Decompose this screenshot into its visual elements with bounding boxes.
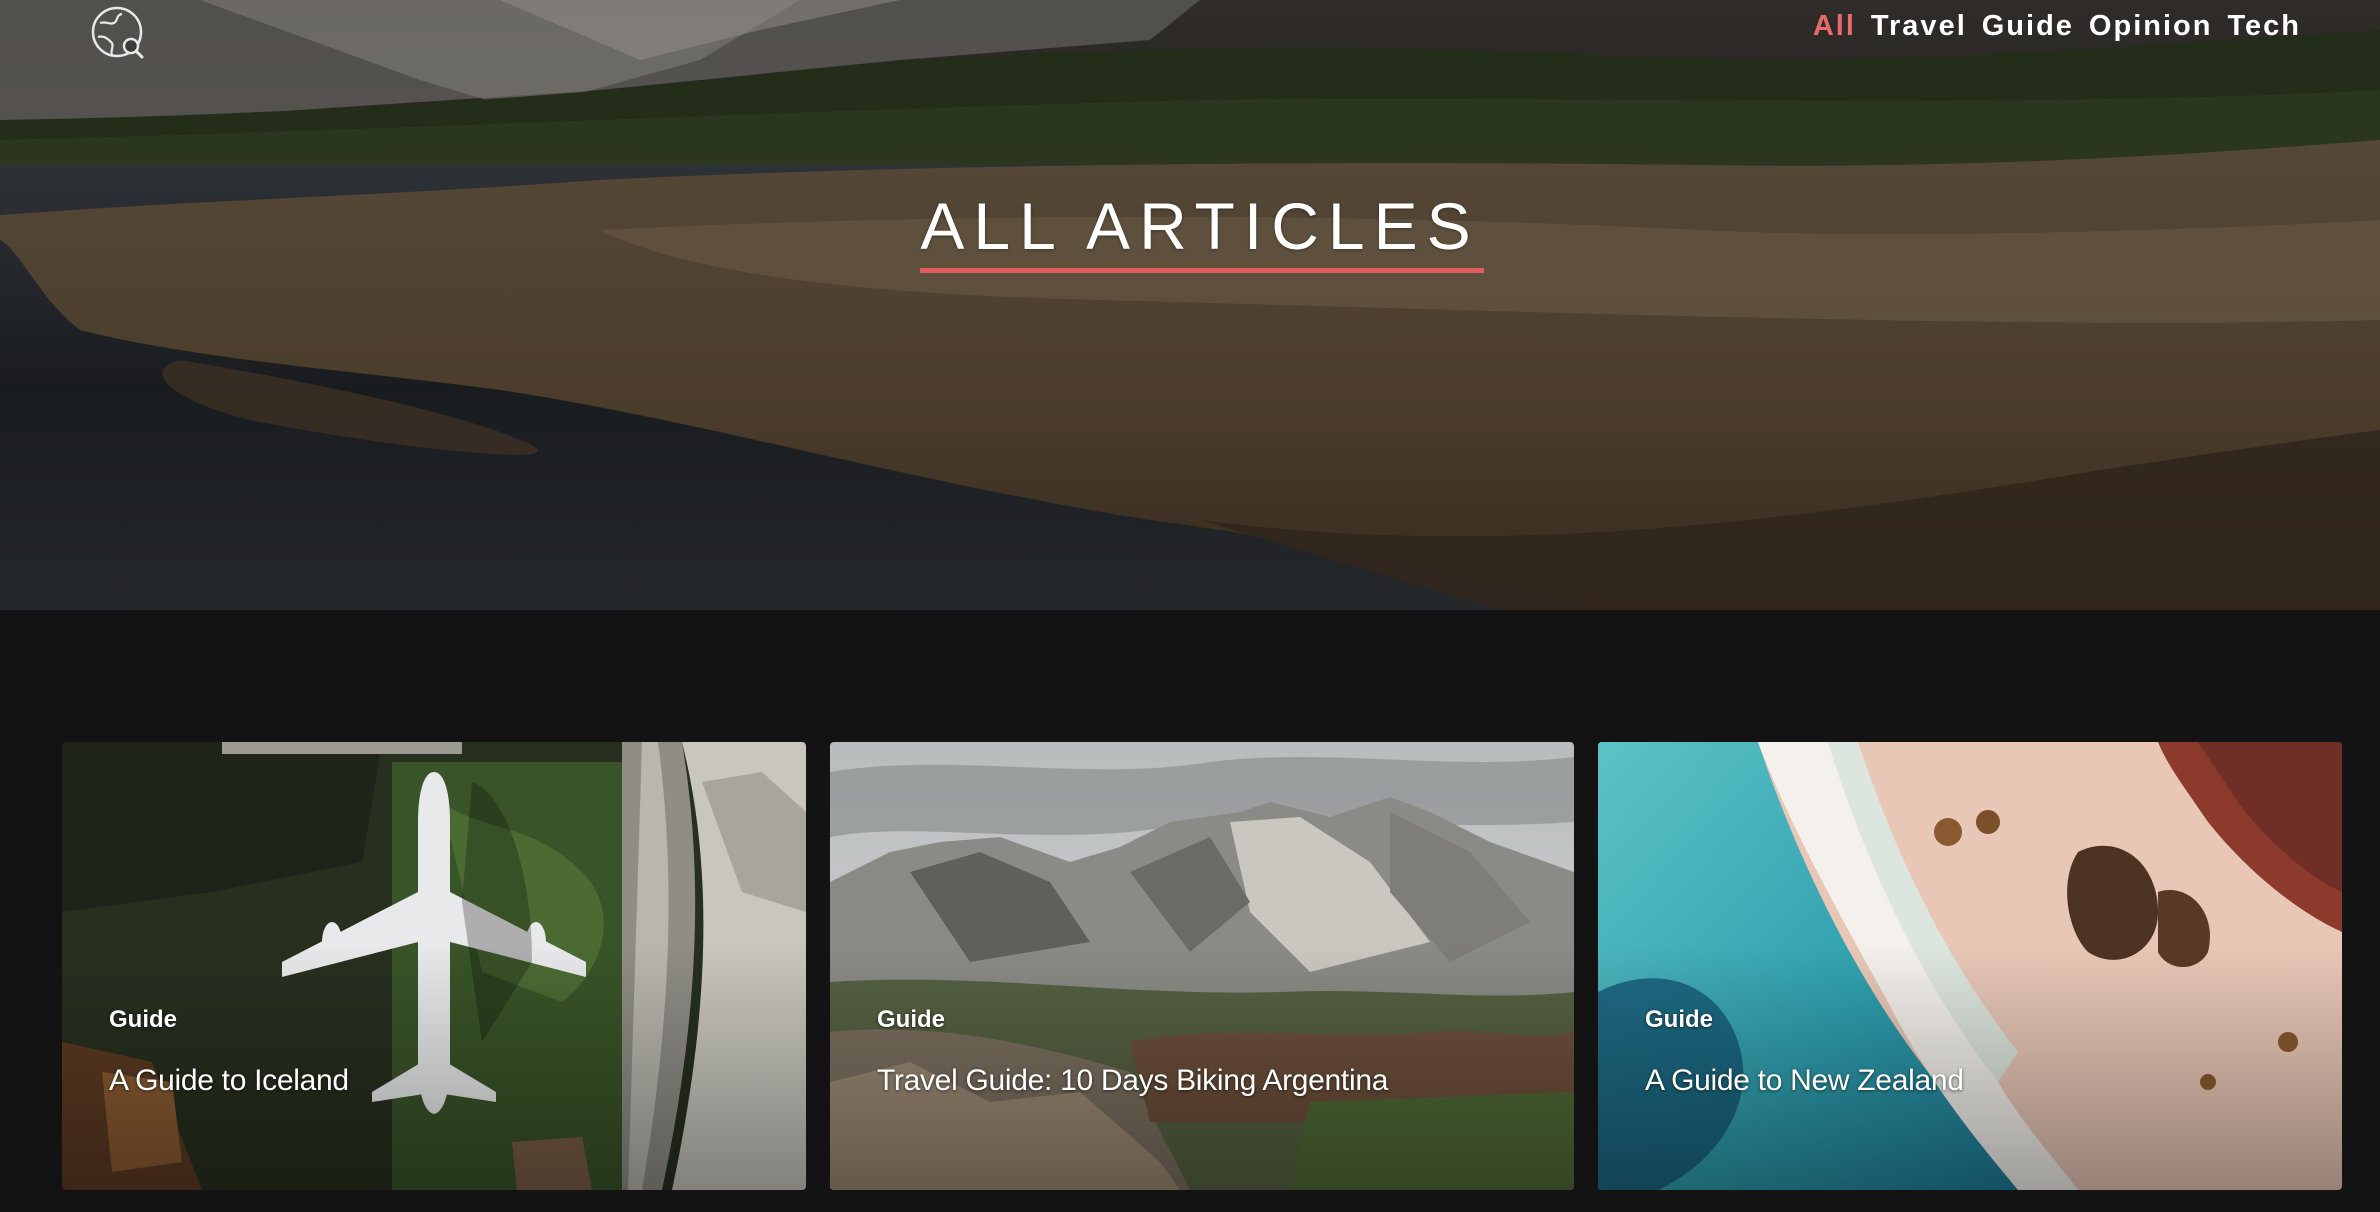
title-underline xyxy=(920,268,1484,273)
article-grid: Guide A Guide to Iceland Guide Travel Gu… xyxy=(62,742,2344,1190)
nav-item-opinion[interactable]: Opinion xyxy=(2089,10,2213,43)
article-title[interactable]: A Guide to New Zealand xyxy=(1645,1064,1964,1098)
article-card-argentina[interactable]: Guide Travel Guide: 10 Days Biking Argen… xyxy=(830,742,1574,1190)
article-card-iceland[interactable]: Guide A Guide to Iceland xyxy=(62,742,806,1190)
category-nav: All Travel Guide Opinion Tech xyxy=(1813,10,2301,43)
top-navigation-bar: All Travel Guide Opinion Tech xyxy=(0,0,2380,70)
nav-item-tech[interactable]: Tech xyxy=(2227,10,2301,43)
article-card-new-zealand[interactable]: Guide A Guide to New Zealand xyxy=(1598,742,2342,1190)
article-title[interactable]: A Guide to Iceland xyxy=(109,1064,349,1098)
page-title: ALL ARTICLES xyxy=(920,189,1480,263)
card-overlay xyxy=(830,742,1574,1190)
article-title[interactable]: Travel Guide: 10 Days Biking Argentina xyxy=(877,1064,1388,1098)
nav-item-all[interactable]: All xyxy=(1813,10,1856,43)
globe-search-icon[interactable] xyxy=(90,5,146,61)
card-overlay xyxy=(62,742,806,1190)
article-category: Guide xyxy=(877,1006,946,1033)
nav-item-guide[interactable]: Guide xyxy=(1982,10,2074,43)
hero-landscape-image xyxy=(0,0,2380,610)
card-overlay xyxy=(1598,742,2342,1190)
nav-item-travel[interactable]: Travel xyxy=(1871,10,1967,43)
article-category: Guide xyxy=(109,1006,178,1033)
article-category: Guide xyxy=(1645,1006,1714,1033)
hero-banner: All Travel Guide Opinion Tech ALL ARTICL… xyxy=(0,0,2380,610)
